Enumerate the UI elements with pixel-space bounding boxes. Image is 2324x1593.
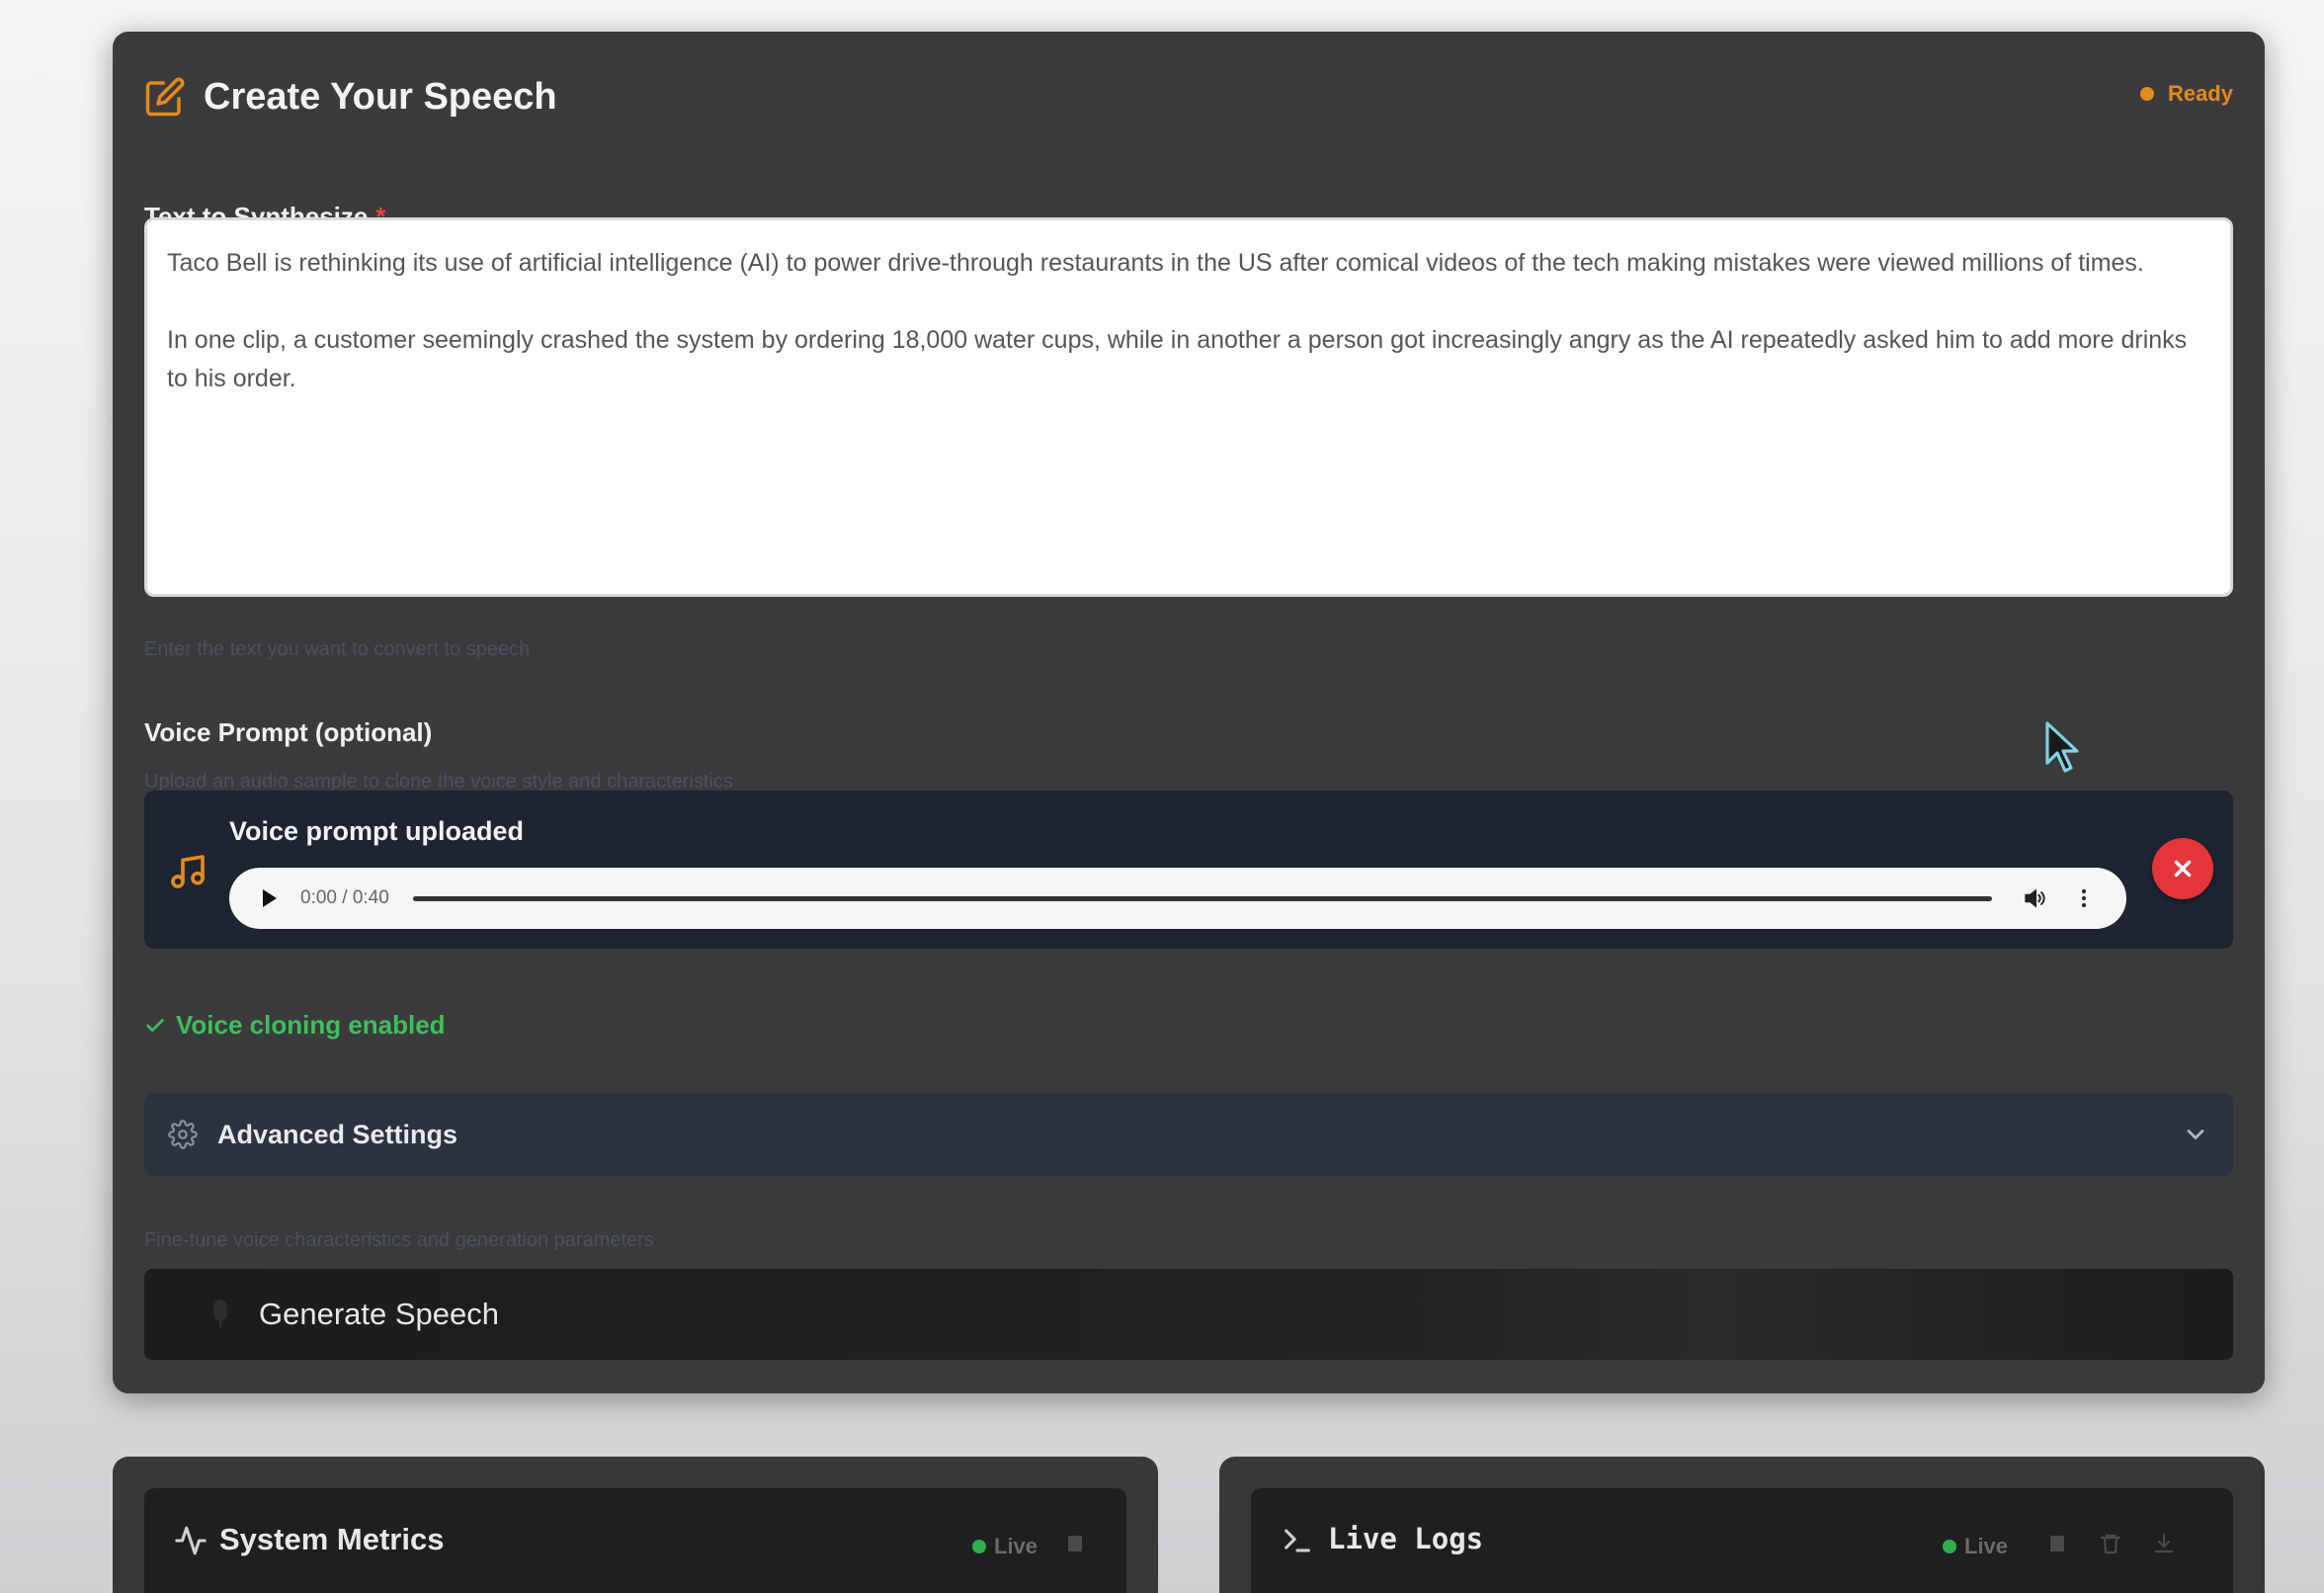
logs-live-indicator: Live bbox=[1943, 1534, 2008, 1559]
live-logs-title: Live Logs bbox=[1328, 1522, 1484, 1555]
microphone-icon bbox=[213, 1300, 227, 1328]
text-field-hint: Enter the text you want to convert to sp… bbox=[144, 638, 531, 660]
system-metrics-card: System Metrics Live bbox=[113, 1457, 1158, 1593]
generate-speech-button[interactable]: Generate Speech bbox=[144, 1269, 2233, 1360]
system-metrics-title: System Metrics bbox=[219, 1522, 445, 1556]
create-speech-card: Create Your Speech Ready Text to Synthes… bbox=[113, 32, 2265, 1393]
play-icon bbox=[263, 889, 277, 907]
voice-cloning-text: Voice cloning enabled bbox=[176, 1010, 446, 1040]
volume-button[interactable] bbox=[2020, 883, 2049, 913]
remove-voice-button[interactable] bbox=[2152, 838, 2213, 899]
activity-icon bbox=[175, 1526, 207, 1555]
pause-icon[interactable] bbox=[2045, 1532, 2069, 1555]
trash-icon[interactable] bbox=[2099, 1532, 2122, 1555]
advanced-settings-label: Advanced Settings bbox=[217, 1119, 458, 1149]
voice-prompt-panel: Voice prompt uploaded 0:00 / 0:40 bbox=[144, 791, 2233, 949]
advanced-settings-hint: Fine-tune voice characteristics and gene… bbox=[144, 1229, 654, 1251]
live-logs-card: Live Logs Live bbox=[1219, 1457, 2265, 1593]
check-icon bbox=[146, 1018, 164, 1032]
audio-progress-bar[interactable] bbox=[412, 895, 1992, 901]
music-note-icon bbox=[171, 855, 205, 888]
edit-icon bbox=[145, 77, 185, 117]
live-logs-panel: Live Logs Live bbox=[1251, 1488, 2233, 1593]
play-button[interactable] bbox=[257, 885, 283, 911]
chevron-down-icon bbox=[2187, 1130, 2204, 1139]
gear-icon bbox=[168, 1120, 198, 1149]
mouse-cursor-icon bbox=[2045, 721, 2079, 773]
voice-cloning-status: Voice cloning enabled bbox=[144, 1010, 446, 1041]
page: Create Your Speech Ready Text to Synthes… bbox=[0, 0, 2324, 1593]
advanced-settings-toggle[interactable]: Advanced Settings bbox=[144, 1093, 2233, 1176]
status-text: Ready bbox=[2167, 81, 2233, 106]
volume-icon bbox=[2025, 888, 2045, 908]
status-dot bbox=[2139, 87, 2154, 101]
text-paragraph-1: Taco Bell is rethinking its use of artif… bbox=[167, 249, 2144, 277]
logs-live-dot bbox=[1943, 1540, 1956, 1553]
text-paragraph-2: In one clip, a customer seemingly crashe… bbox=[167, 326, 2188, 392]
system-metrics-panel: System Metrics Live bbox=[144, 1488, 1126, 1593]
metrics-live-dot bbox=[972, 1540, 986, 1553]
close-icon bbox=[2174, 860, 2192, 878]
card-header: Create Your Speech Ready bbox=[144, 67, 2233, 126]
download-icon[interactable] bbox=[2152, 1532, 2176, 1555]
metrics-live-text: Live bbox=[994, 1534, 1038, 1558]
voice-uploaded-title: Voice prompt uploaded bbox=[229, 816, 525, 846]
pause-icon[interactable] bbox=[1063, 1532, 1087, 1555]
voice-prompt-label: Voice Prompt (optional) bbox=[144, 717, 433, 747]
audio-player: 0:00 / 0:40 bbox=[229, 868, 2126, 929]
generate-speech-label: Generate Speech bbox=[259, 1297, 500, 1331]
metrics-live-indicator: Live bbox=[972, 1534, 1038, 1559]
audio-time: 0:00 / 0:40 bbox=[300, 887, 389, 908]
more-options-button[interactable] bbox=[2069, 883, 2099, 913]
page-title: Create Your Speech bbox=[204, 75, 557, 118]
more-vertical-icon bbox=[2082, 889, 2086, 907]
text-to-synthesize-input[interactable]: Taco Bell is rethinking its use of artif… bbox=[144, 217, 2233, 597]
terminal-icon bbox=[1285, 1529, 1310, 1552]
status-badge: Ready bbox=[2139, 81, 2233, 107]
logs-live-text: Live bbox=[1964, 1534, 2009, 1558]
